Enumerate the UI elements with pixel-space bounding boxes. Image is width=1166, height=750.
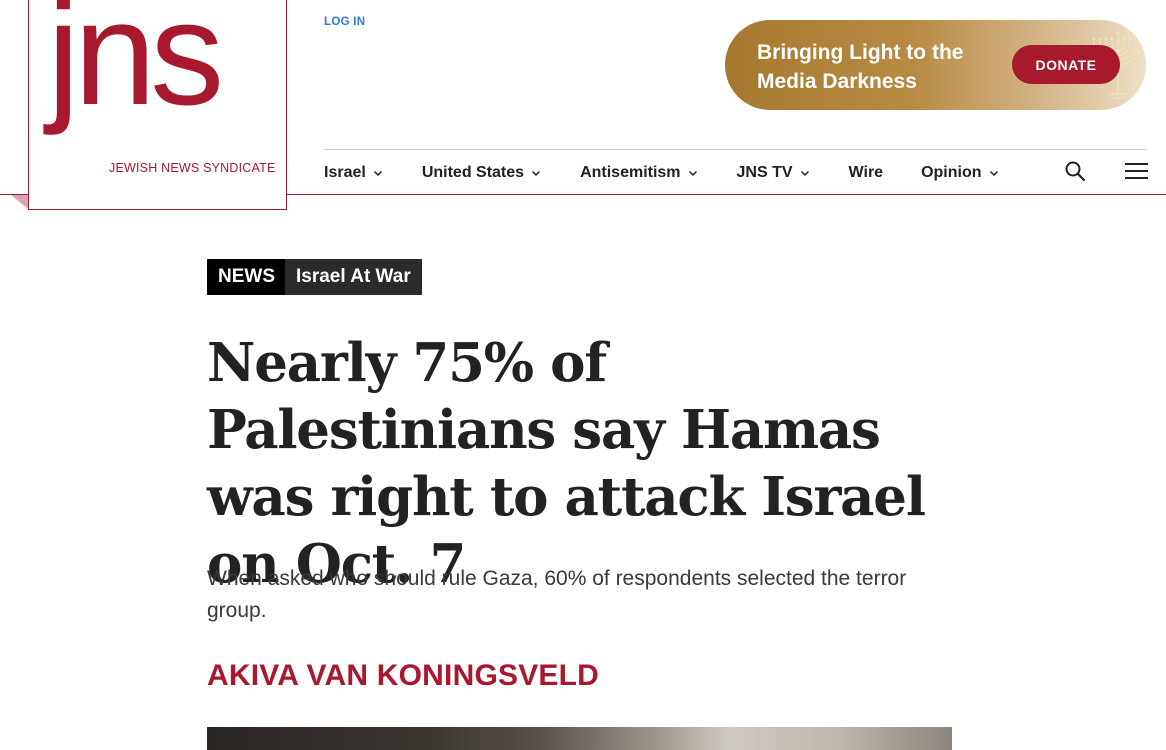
search-icon[interactable] xyxy=(1064,160,1086,182)
nav-item-united-states[interactable]: United States xyxy=(422,164,542,182)
chevron-down-icon xyxy=(373,170,382,177)
logo-tagline: JEWISH NEWS SYNDICATE xyxy=(109,161,276,175)
nav-item-israel[interactable]: Israel xyxy=(324,164,384,182)
chevron-down-icon xyxy=(532,170,541,177)
nav-top-divider xyxy=(324,149,1147,150)
article-headline: Nearly 75% of Palestinians say Hamas was… xyxy=(207,332,926,595)
author-name-link[interactable]: AKIVA VAN KONINGSVELD xyxy=(207,659,599,693)
subcategory-link[interactable]: Israel At War xyxy=(285,259,422,295)
donate-banner[interactable]: Bringing Light to the Media Darkness DON… xyxy=(725,20,1146,110)
hamburger-menu-icon[interactable] xyxy=(1125,161,1148,181)
nav-item-label: Antisemitism xyxy=(580,164,681,181)
donate-button[interactable]: DONATE xyxy=(1012,45,1120,84)
chevron-down-icon xyxy=(800,170,809,177)
hero-image xyxy=(207,727,952,750)
logo-ribbon-fold xyxy=(11,195,28,209)
nav-item-antisemitism[interactable]: Antisemitism xyxy=(580,164,698,182)
donate-banner-text: Bringing Light to the Media Darkness xyxy=(757,41,964,93)
nav-item-jns-tv[interactable]: JNS TV xyxy=(737,164,811,182)
chevron-down-icon xyxy=(989,170,998,177)
nav-item-wire[interactable]: Wire xyxy=(849,164,884,182)
category-news-link[interactable]: NEWS xyxy=(207,259,285,295)
nav-item-label: Opinion xyxy=(921,164,982,181)
article-subheadline: When asked who should rule Gaza, 60% of … xyxy=(207,567,907,622)
nav-item-label: United States xyxy=(421,164,525,181)
nav-item-label: JNS TV xyxy=(736,164,793,181)
nav-item-label: Wire xyxy=(848,164,884,181)
nav-item-label: Israel xyxy=(324,164,366,181)
login-link[interactable]: LOG IN xyxy=(324,16,365,28)
logo-wordmark: jns xyxy=(47,0,224,136)
main-nav: Israel United States Antisemitism JNS TV… xyxy=(324,161,1038,185)
category-label: NEWS Israel At War xyxy=(207,259,422,295)
site-logo[interactable]: jns JEWISH NEWS SYNDICATE xyxy=(28,0,287,210)
nav-item-opinion[interactable]: Opinion xyxy=(921,164,999,182)
chevron-down-icon xyxy=(688,170,697,177)
